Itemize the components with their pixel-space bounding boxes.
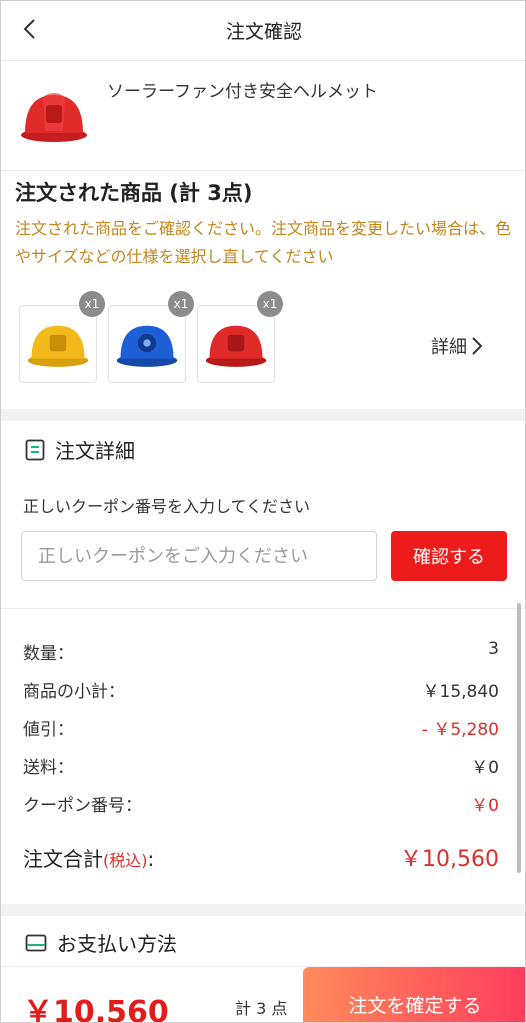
qty-label: 数量：	[23, 644, 74, 664]
item-thumb-yellow[interactable]	[19, 305, 97, 383]
product-thumbnail	[19, 83, 89, 147]
ordered-items-section: 注文された商品 (計 3点) 注文された商品をご確認ください。注文商品を変更した…	[1, 171, 525, 409]
summary-row-discount: 値引： - ￥5,280	[23, 715, 499, 740]
document-icon	[25, 439, 45, 460]
coupon-row-value: ￥0	[471, 796, 499, 816]
helmet-icon	[205, 325, 267, 367]
discount-label: 値引：	[23, 720, 74, 740]
price-summary: 数量： 3 商品の小計： ￥15,840 値引： - ￥5,280 送料： ￥0…	[1, 609, 525, 904]
details-link[interactable]: 詳細	[431, 333, 483, 359]
payment-title: お支払い方法	[25, 928, 177, 957]
section-divider	[1, 904, 525, 916]
subtotal-value: ￥15,840	[422, 682, 499, 702]
qty-value: 3	[488, 639, 499, 659]
total-colon: :	[147, 846, 155, 871]
product-row[interactable]: ソーラーファン付き安全ヘルメット	[1, 61, 525, 171]
tax-included-note: (税込)	[103, 850, 148, 870]
checkout-item-count: 計 3 点	[235, 999, 288, 1018]
discount-value: - ￥5,280	[421, 720, 499, 740]
shipping-label: 送料：	[23, 758, 74, 778]
checkout-total-price: ￥10,560	[23, 995, 169, 1023]
summary-row-shipping: 送料： ￥0	[23, 753, 499, 778]
chevron-right-icon	[472, 337, 483, 355]
product-name: ソーラーファン付き安全ヘルメット	[107, 82, 378, 102]
order-detail-section: 注文詳細 正しいクーポン番号を入力してください 確認する	[1, 421, 525, 609]
coupon-row-label: クーポン番号：	[23, 796, 142, 816]
total-label: 注文合計(税込):	[23, 843, 154, 872]
payment-section[interactable]: お支払い方法	[1, 916, 525, 966]
section-divider	[1, 409, 525, 421]
helmet-icon	[21, 93, 87, 142]
total-value: ￥10,560	[400, 847, 499, 872]
summary-row-total: 注文合計(税込): ￥10,560	[23, 841, 499, 873]
coupon-instruction: 正しいクーポン番号を入力してください	[23, 497, 311, 516]
credit-card-icon	[25, 934, 47, 951]
ordered-items-heading: 注文された商品 (計 3点)	[15, 181, 253, 205]
qty-badge: x1	[168, 291, 194, 317]
coupon-confirm-button[interactable]: 確認する	[391, 531, 507, 581]
item-thumb-blue[interactable]	[108, 305, 186, 383]
place-order-button[interactable]: 注文を確定する	[303, 967, 525, 1022]
order-detail-title: 注文詳細	[25, 435, 135, 464]
shipping-value: ￥0	[471, 758, 499, 778]
summary-row-coupon: クーポン番号： ￥0	[23, 791, 499, 816]
qty-badge: x1	[79, 291, 105, 317]
coupon-input[interactable]	[21, 531, 377, 581]
app-frame: 注文確認 ソーラーファン付き安全ヘルメット 注文された商品 (計 3点) 注文さ…	[0, 0, 526, 1023]
subtotal-label: 商品の小計：	[23, 682, 125, 702]
item-thumb-red[interactable]	[197, 305, 275, 383]
payment-label: お支払い方法	[57, 932, 177, 956]
summary-row-qty: 数量： 3	[23, 639, 499, 664]
ordered-items-note: 注文された商品をご確認ください。注文商品を変更したい場合は、色やサイズなどの仕様…	[15, 219, 512, 266]
page-title: 注文確認	[225, 21, 302, 43]
helmet-icon	[116, 325, 178, 367]
summary-row-subtotal: 商品の小計： ￥15,840	[23, 677, 499, 702]
qty-badge: x1	[257, 291, 283, 317]
scrollbar[interactable]	[517, 603, 521, 873]
order-detail-label: 注文詳細	[55, 439, 135, 463]
helmet-icon	[27, 325, 89, 367]
top-bar: 注文確認	[1, 1, 525, 61]
total-label-text: 注文合計	[23, 846, 103, 871]
checkout-bar: ￥10,560 計 3 点 注文を確定する	[1, 966, 525, 1023]
details-label: 詳細	[431, 337, 467, 358]
